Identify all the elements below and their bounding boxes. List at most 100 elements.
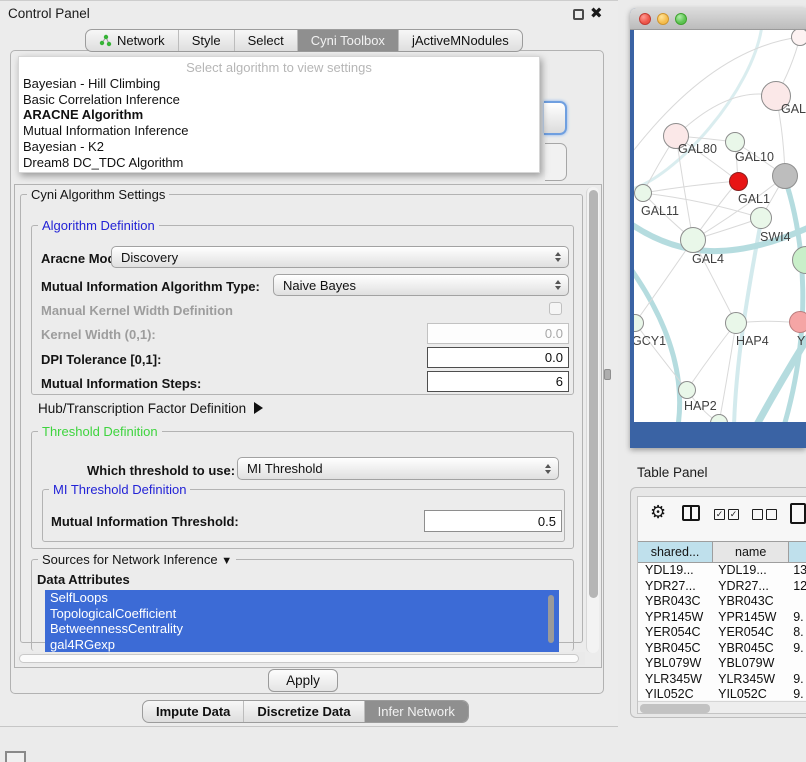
mi-algorithm-type-select[interactable]: Naive Bayes bbox=[273, 274, 569, 296]
tab-style-label: Style bbox=[192, 30, 221, 51]
settings-horizontal-scrollbar-thumb[interactable] bbox=[19, 654, 579, 663]
algorithm-option-dream8[interactable]: Dream8 DC_TDC Algorithm bbox=[19, 155, 539, 171]
column-header-partial[interactable] bbox=[789, 542, 806, 562]
settings-vertical-scrollbar-thumb[interactable] bbox=[589, 190, 598, 598]
node-gal1[interactable] bbox=[750, 207, 772, 229]
table-row[interactable]: YPR145W YPR145W 9. bbox=[638, 610, 806, 626]
tab-cyni-toolbox[interactable]: Cyni Toolbox bbox=[298, 30, 399, 51]
data-attributes-label: Data Attributes bbox=[37, 572, 130, 587]
dpi-tolerance-field[interactable] bbox=[427, 347, 569, 368]
unchecked-checkbox-icon[interactable] bbox=[766, 509, 777, 520]
panel-splitter-handle[interactable] bbox=[604, 369, 611, 380]
kernel-width-field[interactable] bbox=[427, 323, 569, 344]
cell-value: 12 bbox=[789, 579, 806, 595]
algorithm-option-aracne[interactable]: ARACNE Algorithm bbox=[19, 107, 539, 123]
table-row[interactable]: YER054C YER054C 8. bbox=[638, 625, 806, 641]
node-label-gal10: GAL10 bbox=[735, 150, 774, 164]
cell-name: YLR345W bbox=[713, 672, 789, 688]
expanded-down-arrow-icon: ▼ bbox=[221, 555, 232, 567]
node-gal4[interactable] bbox=[680, 227, 706, 253]
float-window-icon[interactable] bbox=[573, 9, 584, 20]
hub-definition-toggle[interactable]: Hub/Transcription Factor Definition bbox=[38, 401, 263, 416]
mi-steps-field[interactable] bbox=[427, 371, 569, 392]
algorithm-option-bayesian-k2[interactable]: Bayesian - K2 bbox=[19, 139, 539, 155]
document-icon-partial[interactable] bbox=[790, 503, 806, 524]
unchecked-checkbox-icon[interactable] bbox=[752, 509, 763, 520]
node-hap2[interactable] bbox=[678, 381, 696, 399]
list-scrollbar-thumb[interactable] bbox=[548, 595, 554, 643]
table-horizontal-scrollbar[interactable] bbox=[638, 701, 806, 714]
attribute-item-gal4rgexp[interactable]: gal4RGexp bbox=[45, 637, 559, 653]
tab-network[interactable]: Network bbox=[86, 30, 179, 51]
cell-value bbox=[789, 594, 806, 610]
attribute-item-betweennesscentrality[interactable]: BetweennessCentrality bbox=[45, 621, 559, 637]
algorithm-option-bayesian-hill-climbing[interactable]: Bayesian - Hill Climbing bbox=[19, 76, 539, 92]
node-gray[interactable] bbox=[772, 163, 798, 189]
settings-vertical-scrollbar[interactable] bbox=[586, 187, 599, 653]
sources-group-title[interactable]: Sources for Network Inference ▼ bbox=[38, 552, 236, 567]
tab-jactivemnodules[interactable]: jActiveMNodules bbox=[399, 30, 522, 51]
mi-threshold-field[interactable] bbox=[424, 510, 562, 532]
algorithm-selector-combobox-partial[interactable] bbox=[544, 101, 567, 135]
close-icon[interactable]: ✖ bbox=[590, 4, 603, 22]
mi-threshold-group: MI Threshold Definition Mutual Informati… bbox=[42, 489, 565, 542]
node-label-swi4: SWI4 bbox=[760, 230, 791, 244]
checked-checkbox-icon[interactable]: ✓ bbox=[714, 509, 725, 520]
cell-shared-name: YLR345W bbox=[638, 672, 713, 688]
manual-kernel-width-checkbox[interactable] bbox=[549, 302, 562, 315]
zoom-traffic-light-icon[interactable] bbox=[675, 13, 687, 25]
table-row[interactable]: YBR043C YBR043C bbox=[638, 594, 806, 610]
table-row[interactable]: YIL052C YIL052C 9. bbox=[638, 687, 806, 700]
apply-button[interactable]: Apply bbox=[268, 669, 338, 692]
data-attributes-list[interactable]: SelfLoops TopologicalCoefficient Between… bbox=[45, 590, 559, 652]
network-canvas[interactable]: GAL GAL80 GAL10 GAL11 GAL1 SWI4 GAL4 GCY… bbox=[634, 30, 806, 422]
tab-infer-network[interactable]: Infer Network bbox=[365, 701, 468, 722]
control-panel-tab-bar: Network Style Select Cyni Toolbox jActiv… bbox=[85, 29, 523, 52]
cell-name: YER054C bbox=[713, 625, 789, 641]
node-gal11[interactable] bbox=[634, 184, 652, 202]
checked-checkbox-icon[interactable]: ✓ bbox=[728, 509, 739, 520]
cell-shared-name: YDR27... bbox=[638, 579, 713, 595]
tab-network-label: Network bbox=[117, 30, 165, 51]
network-window-titlebar[interactable] bbox=[630, 8, 806, 30]
node-red-selected[interactable] bbox=[729, 172, 748, 191]
which-threshold-select[interactable]: MI Threshold bbox=[237, 457, 559, 480]
algorithm-option-mutual-information[interactable]: Mutual Information Inference bbox=[19, 123, 539, 139]
node-unlabeled-top[interactable] bbox=[791, 30, 806, 46]
tab-impute-data-label: Impute Data bbox=[156, 701, 230, 722]
tab-impute-data[interactable]: Impute Data bbox=[143, 701, 244, 722]
settings-horizontal-scrollbar[interactable] bbox=[17, 652, 585, 665]
mi-algorithm-type-value: Naive Bayes bbox=[283, 278, 356, 293]
attribute-item-selfloops[interactable]: SelfLoops bbox=[45, 590, 559, 606]
node-gal10[interactable] bbox=[725, 132, 745, 152]
minimize-traffic-light-icon[interactable] bbox=[657, 13, 669, 25]
column-header-shared-name[interactable]: shared... bbox=[638, 542, 713, 562]
tab-select[interactable]: Select bbox=[235, 30, 298, 51]
tab-style[interactable]: Style bbox=[179, 30, 235, 51]
table-header-row: shared... name bbox=[638, 541, 806, 563]
table-body[interactable]: YDL19... YDL19... 13 YDR27... YDR27... 1… bbox=[638, 563, 806, 700]
hidden-group-box-partial bbox=[545, 143, 567, 181]
attribute-item-topologicalcoefficient[interactable]: TopologicalCoefficient bbox=[45, 606, 559, 622]
aracne-mode-select[interactable]: Discovery bbox=[111, 246, 569, 268]
table-row[interactable]: YBR045C YBR045C 9. bbox=[638, 641, 806, 657]
table-horizontal-scrollbar-thumb[interactable] bbox=[640, 704, 710, 713]
algorithm-option-basic-correlation[interactable]: Basic Correlation Inference bbox=[19, 92, 539, 108]
table-row[interactable]: YLR345W YLR345W 9. bbox=[638, 672, 806, 688]
close-traffic-light-icon[interactable] bbox=[639, 13, 651, 25]
tab-discretize-data[interactable]: Discretize Data bbox=[244, 701, 364, 722]
threshold-definition-title: Threshold Definition bbox=[38, 424, 162, 439]
node-hap4[interactable] bbox=[725, 312, 747, 334]
table-row[interactable]: YDL19... YDL19... 13 bbox=[638, 563, 806, 579]
docked-panel-icon[interactable] bbox=[5, 751, 26, 762]
column-header-name[interactable]: name bbox=[713, 542, 789, 562]
cell-name: YDL19... bbox=[713, 563, 789, 579]
gear-icon[interactable]: ⚙ bbox=[650, 502, 666, 523]
columns-icon[interactable] bbox=[682, 505, 700, 521]
node-label-gal1: GAL1 bbox=[738, 192, 770, 206]
table-row[interactable]: YDR27... YDR27... 12 bbox=[638, 579, 806, 595]
control-panel-title: Control Panel bbox=[8, 6, 90, 21]
node-salmon[interactable] bbox=[789, 311, 806, 333]
network-icon bbox=[99, 34, 112, 47]
table-row[interactable]: YBL079W YBL079W bbox=[638, 656, 806, 672]
